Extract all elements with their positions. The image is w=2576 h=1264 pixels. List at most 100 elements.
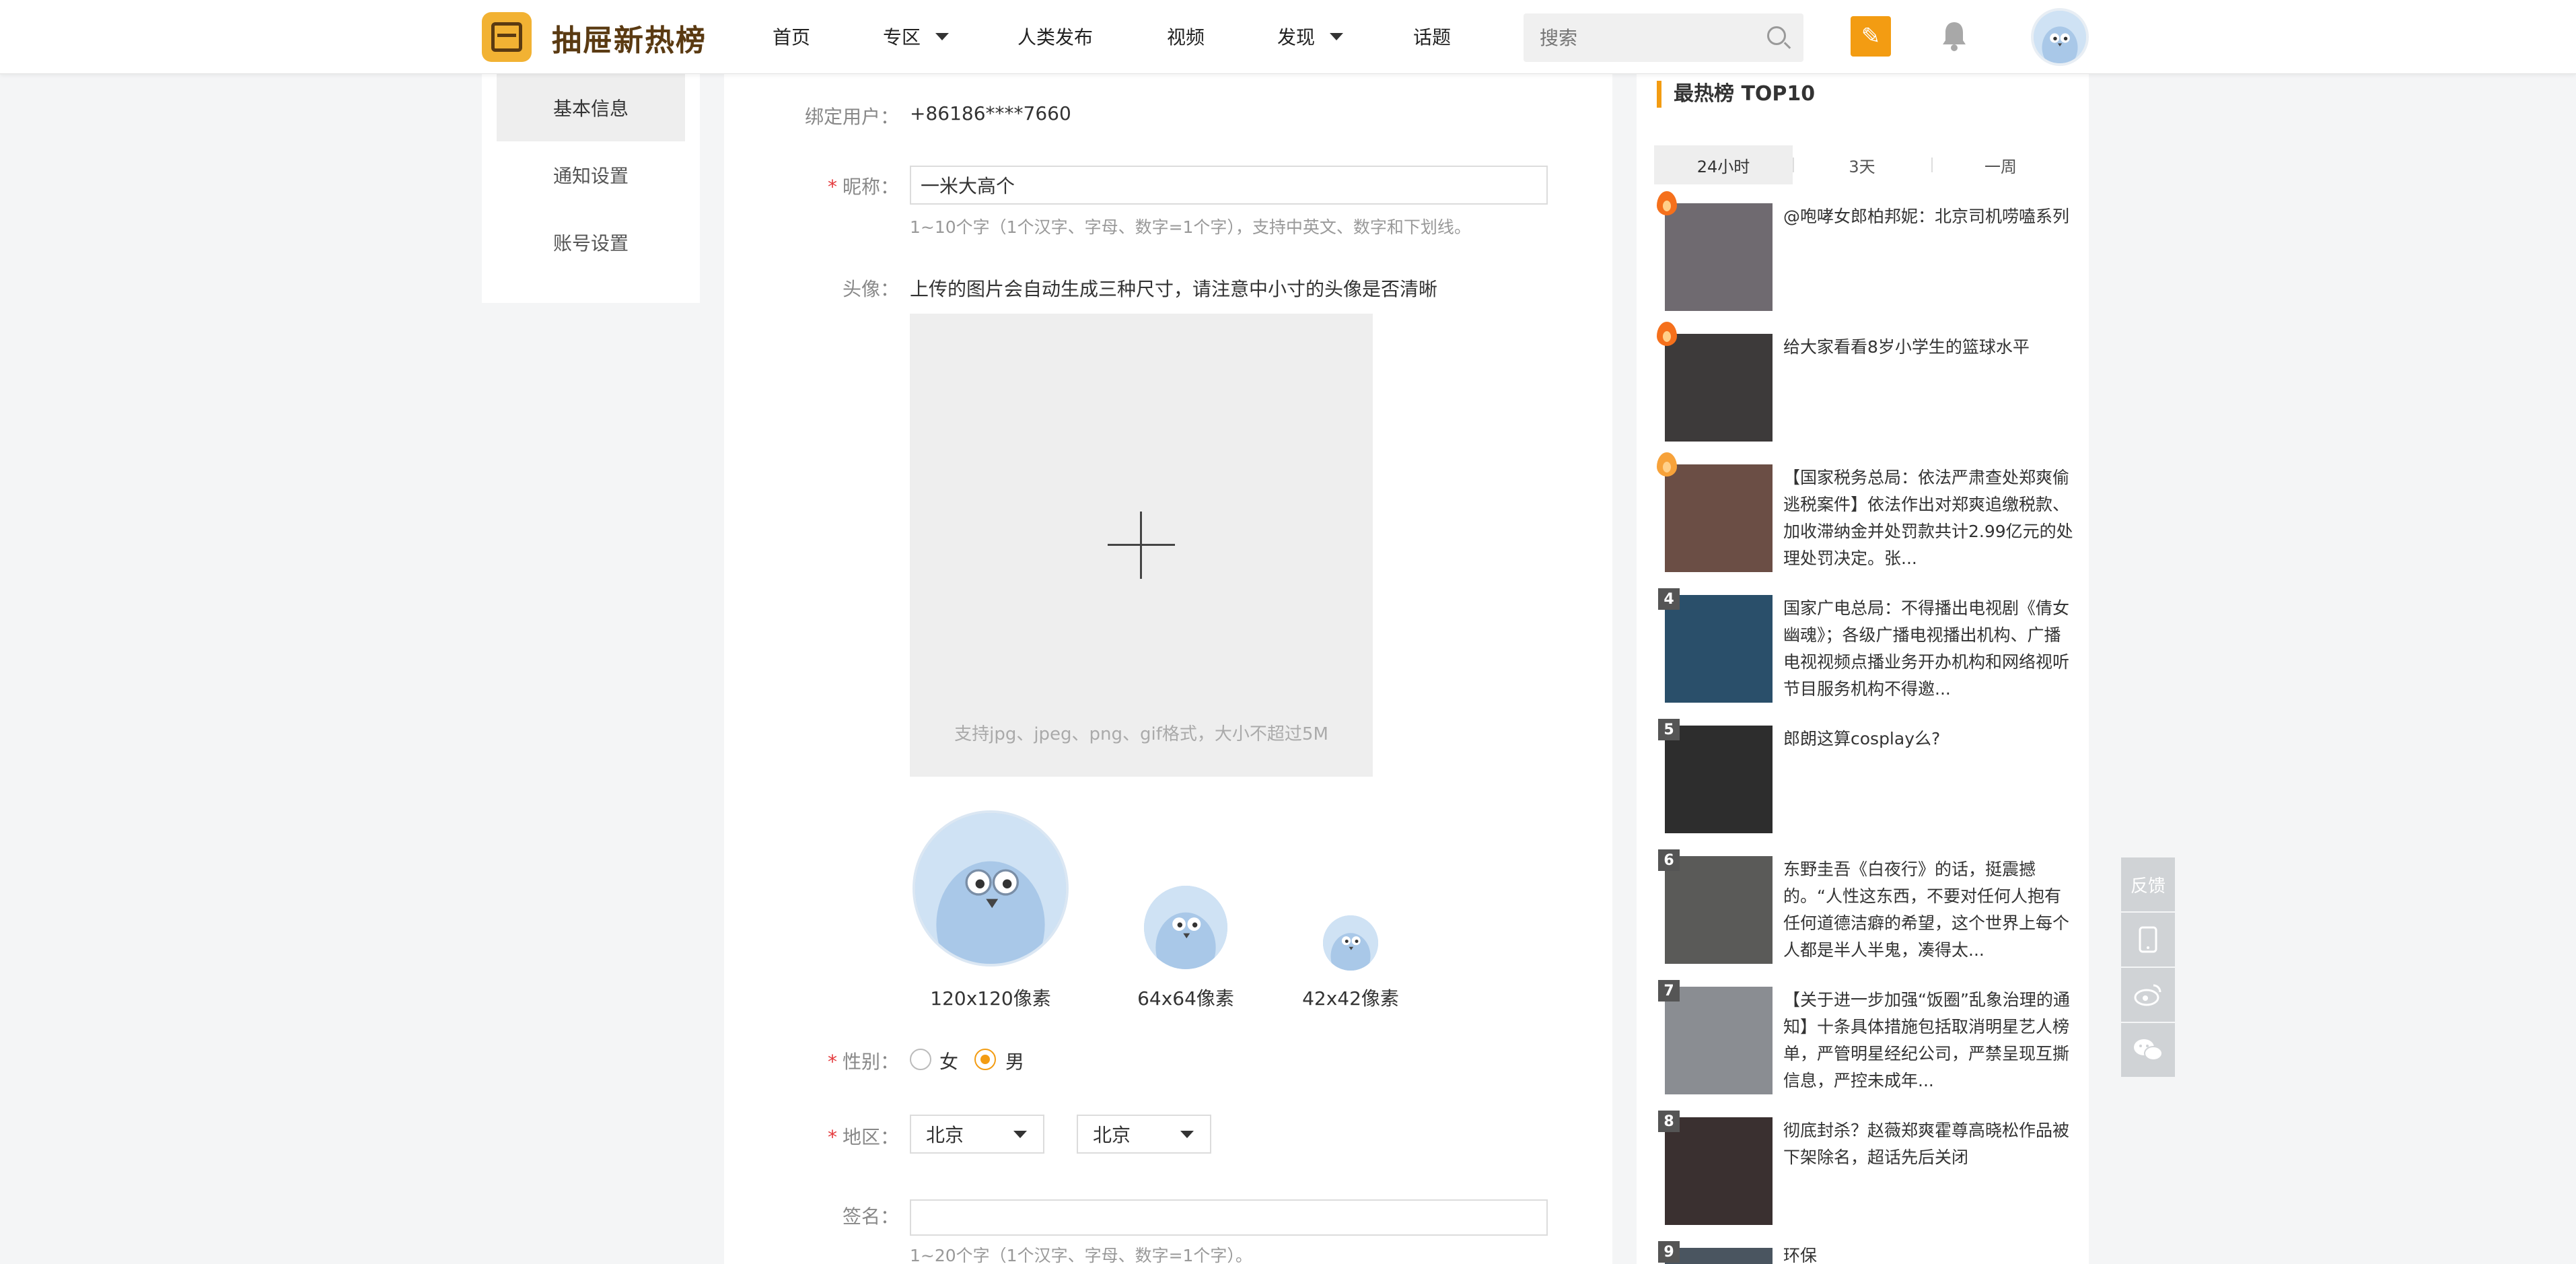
gender-male-radio[interactable] (974, 1049, 996, 1070)
ranking-item[interactable]: 9 环保 (1658, 1241, 2075, 1264)
weibo-icon (2134, 984, 2161, 1006)
news-thumbnail[interactable] (1665, 595, 1773, 703)
publish-button[interactable]: ✎ (1851, 16, 1891, 57)
search-icon[interactable] (1767, 26, 1786, 45)
chevron-down-icon (1180, 1131, 1194, 1138)
search-input[interactable] (1524, 13, 1803, 62)
menu-basic-info[interactable]: 基本信息 (497, 74, 685, 141)
rank-badge: 7 (1658, 980, 1680, 1002)
ranking-item-text[interactable]: 国家广电总局：不得播出电视剧《倩女幽魂》；各级广播电视播出机构、广播电视视频点播… (1783, 595, 2074, 703)
bell-icon[interactable] (1941, 20, 1968, 51)
wechat-share-button[interactable] (2121, 1023, 2175, 1077)
user-avatar[interactable] (2031, 8, 2089, 66)
bird-avatar-icon (1144, 886, 1227, 969)
avatar-note: 上传的图片会自动生成三种尺寸，请注意中小寸的头像是否清晰 (910, 278, 1438, 300)
top-header: 抽屉新热榜 首页 专区 人类发布 视频 发现 话题 ✎ (0, 0, 2576, 74)
news-thumbnail[interactable] (1665, 856, 1773, 964)
gender-male-label: 男 (1005, 1051, 1025, 1073)
rank-badge: 4 (1658, 588, 1680, 610)
feedback-button[interactable]: 反馈 (2121, 857, 2175, 911)
gender-label: * 性别： (827, 1051, 899, 1073)
ranking-item-text[interactable]: 【国家税务总局：依法严肃查处郑爽偷逃税案件】依法作出对郑爽追缴税款、加收滞纳金并… (1783, 464, 2074, 572)
nav-label: 首页 (773, 26, 811, 48)
city-value: 北京 (1093, 1124, 1131, 1146)
city-select[interactable]: 北京 (1077, 1115, 1211, 1154)
ranking-item-text[interactable]: 【关于进一步加强“饭圈”乱象治理的通知】十条具体措施包括取消明星艺人榜单，严管明… (1783, 987, 2074, 1094)
bound-user-label: 绑定用户： (804, 106, 899, 128)
province-select[interactable]: 北京 (910, 1115, 1044, 1154)
bird-avatar-icon (915, 813, 1066, 964)
menu-notification-settings[interactable]: 通知设置 (482, 141, 700, 209)
ranking-item-text[interactable]: 给大家看看8岁小学生的篮球水平 (1783, 334, 2074, 361)
weibo-share-button[interactable] (2121, 968, 2175, 1022)
brand-name[interactable]: 抽屉新热榜 (552, 16, 707, 59)
avatar-preview-medium (1144, 886, 1227, 969)
ranking-item-text[interactable]: 环保 (1783, 1242, 2074, 1264)
ranking-item-text[interactable]: @咆哮女郎柏邦妮：北京司机唠嗑系列 (1783, 203, 2074, 230)
avatar-preview-small (1323, 915, 1378, 971)
news-thumbnail[interactable] (1665, 334, 1773, 442)
hot-ranking-panel: 最热榜 TOP10 24小时 3天 一周 @咆哮女郎柏邦妮：北京司机唠嗑系列 给… (1637, 74, 2089, 1264)
ranking-item-text[interactable]: 郎朗这算cosplay么? (1783, 726, 2074, 752)
avatar-label: 头像： (842, 278, 899, 300)
news-thumbnail[interactable] (1665, 464, 1773, 572)
nav-label: 人类发布 (1017, 26, 1094, 48)
site-logo[interactable] (482, 12, 532, 62)
news-thumbnail[interactable] (1665, 987, 1773, 1094)
settings-menu: 基本信息 通知设置 账号设置 (482, 74, 700, 303)
signature-hint: 1~20个字（1个汉字、字母、数字=1个字）。 (910, 1246, 1252, 1264)
fire-icon (1657, 452, 1677, 477)
gender-female-radio[interactable] (910, 1049, 931, 1070)
menu-account-settings[interactable]: 账号设置 (482, 209, 700, 276)
avatar-upload-area[interactable] (910, 314, 1373, 777)
bound-user-value: +86186****7660 (910, 102, 1071, 125)
nav-label: 发现 (1277, 26, 1316, 48)
ranking-item[interactable]: 7 【关于进一步加强“饭圈”乱象治理的通知】十条具体措施包括取消明星艺人榜单，严… (1658, 980, 2075, 1094)
ranking-item[interactable]: 给大家看看8岁小学生的篮球水平 (1657, 322, 2075, 442)
nav-label: 话题 (1413, 26, 1452, 48)
mobile-app-button[interactable] (2121, 913, 2175, 967)
bird-avatar-icon (2034, 11, 2086, 63)
nav-topics[interactable]: 话题 (1413, 23, 1451, 50)
news-thumbnail[interactable] (1665, 1117, 1773, 1225)
tab-week[interactable]: 一周 (1931, 145, 2070, 184)
fire-icon (1657, 322, 1677, 346)
nav-label: 视频 (1167, 26, 1205, 48)
ranking-item-text[interactable]: 彻底封杀？赵薇郑爽霍尊高晓松作品被下架除名，超话先后关闭 (1783, 1117, 2074, 1171)
ranking-item[interactable]: @咆哮女郎柏邦妮：北京司机唠嗑系列 (1657, 191, 2075, 311)
avatar-size-label: 42x42像素 (1302, 987, 1399, 1010)
news-thumbnail[interactable] (1665, 726, 1773, 833)
nickname-input[interactable]: 一米大高个 (910, 166, 1548, 205)
rank-badge: 8 (1658, 1111, 1680, 1132)
nickname-label: * 昵称： (827, 176, 899, 198)
ranking-title: 最热榜 TOP10 (1657, 81, 1815, 108)
chevron-down-icon (1330, 32, 1344, 40)
signature-label: 签名： (842, 1205, 899, 1228)
bird-avatar-icon (1323, 915, 1378, 971)
nav-human-post[interactable]: 人类发布 (1017, 23, 1093, 50)
ranking-item[interactable]: 6 东野圭吾《白夜行》的话，挺震撼的。“人性这东西，不要对任何人抱有任何道德洁癖… (1658, 849, 2075, 964)
signature-input[interactable] (910, 1199, 1548, 1236)
ranking-item[interactable]: 【国家税务总局：依法严肃查处郑爽偷逃税案件】依法作出对郑爽追缴税款、加收滞纳金并… (1657, 452, 2075, 572)
phone-icon (2139, 926, 2157, 953)
province-value: 北京 (926, 1124, 964, 1146)
nav-discover[interactable]: 发现 (1277, 23, 1344, 50)
tab-24h[interactable]: 24小时 (1654, 145, 1793, 184)
tab-3days[interactable]: 3天 (1793, 145, 1931, 184)
news-thumbnail[interactable] (1665, 203, 1773, 311)
pencil-icon: ✎ (1861, 23, 1881, 50)
avatar-size-label: 120x120像素 (930, 987, 1051, 1010)
chevron-down-icon (1013, 1131, 1027, 1138)
nav-zones[interactable]: 专区 (883, 23, 950, 50)
news-thumbnail[interactable] (1665, 1248, 1773, 1264)
wechat-icon (2134, 1039, 2163, 1061)
nav-home[interactable]: 首页 (773, 23, 810, 50)
rank-badge: 5 (1658, 719, 1680, 740)
search-box (1524, 13, 1803, 62)
ranking-item-text[interactable]: 东野圭吾《白夜行》的话，挺震撼的。“人性这东西，不要对任何人抱有任何道德洁癖的希… (1783, 856, 2074, 964)
ranking-item[interactable]: 8 彻底封杀？赵薇郑爽霍尊高晓松作品被下架除名，超话先后关闭 (1658, 1111, 2075, 1225)
ranking-item[interactable]: 5 郎朗这算cosplay么? (1658, 719, 2075, 833)
ranking-item[interactable]: 4 国家广电总局：不得播出电视剧《倩女幽魂》；各级广播电视播出机构、广播电视视频… (1658, 588, 2075, 703)
nav-video[interactable]: 视频 (1167, 23, 1205, 50)
avatar-size-label: 64x64像素 (1137, 987, 1234, 1010)
